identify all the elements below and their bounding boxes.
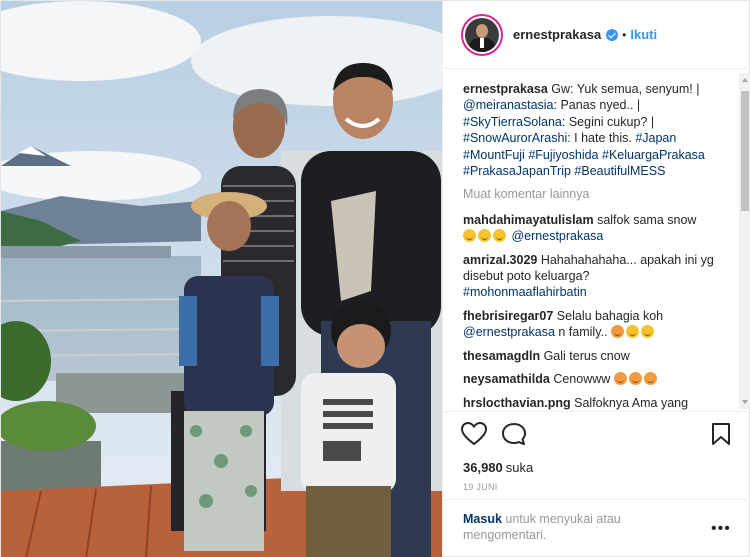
login-footer: Masuk untuk menyukai atau mengomentari. … — [443, 499, 750, 557]
hashtag-link[interactable]: #PrakasaJapanTrip — [463, 164, 571, 178]
bookmark-icon[interactable] — [711, 422, 731, 446]
comment-username[interactable]: hrslocthavian.png — [463, 396, 571, 410]
likes-count[interactable]: 36,980 suka — [463, 460, 533, 475]
post-header: ernestprakasa • Ikuti — [443, 1, 750, 69]
comment-username[interactable]: neysamathilda — [463, 372, 550, 386]
post-actions: 36,980 suka 19 JUNI — [443, 411, 750, 506]
verified-badge-icon — [606, 28, 619, 41]
comment-item: thesamagdln Gali terus cnow — [463, 348, 630, 363]
instagram-post: ernestprakasa • Ikuti ernestprakasa Gw: … — [0, 0, 750, 557]
comments-scrollbar[interactable] — [739, 73, 750, 409]
comment-item: amrizal.3029 Hahahahahaha... apakah ini … — [463, 252, 714, 300]
scroll-down-arrow-icon[interactable] — [742, 400, 748, 404]
comment-item: neysamathilda Cenowww — [463, 371, 733, 387]
mention-link[interactable]: @ernestprakasa — [511, 229, 603, 243]
heart-eyes-emoji-icon — [610, 325, 624, 339]
username-link[interactable]: ernestprakasa — [513, 27, 601, 42]
post-date: 19 JUNI — [463, 482, 498, 492]
grinning-emoji-icon — [625, 325, 639, 339]
hashtag-link[interactable]: #MountFuji — [463, 148, 525, 162]
comment-username[interactable]: amrizal.3029 — [463, 253, 537, 267]
hashtag-link[interactable]: #SkyTierraSolana — [463, 115, 562, 129]
family-photo-illustration — [1, 1, 442, 557]
caption-username[interactable]: ernestprakasa — [463, 82, 548, 96]
post-details-panel: ernestprakasa • Ikuti ernestprakasa Gw: … — [442, 1, 750, 557]
login-link[interactable]: Masuk — [463, 512, 502, 526]
laughing-emoji-icon — [628, 372, 642, 386]
comment-username[interactable]: thesamagdln — [463, 349, 540, 363]
comment-username[interactable]: fhebrisiregar07 — [463, 309, 553, 323]
comment-item: mahdahimayatulislam salfok sama snow @er… — [463, 212, 697, 244]
laughing-emoji-icon — [613, 372, 627, 386]
grinning-emoji-icon — [463, 229, 476, 243]
hashtag-link[interactable]: #Fujiyoshida — [528, 148, 598, 162]
post-photo[interactable] — [1, 1, 442, 557]
follow-button[interactable]: Ikuti — [630, 27, 657, 42]
grinning-emoji-icon — [493, 229, 506, 243]
separator-dot: • — [622, 27, 627, 42]
mention-link[interactable]: @meiranastasia — [463, 98, 554, 112]
more-options-icon[interactable]: ••• — [711, 520, 731, 538]
hashtag-link[interactable]: #SnowAurorArashi — [463, 131, 567, 145]
like-heart-icon[interactable] — [461, 422, 487, 446]
comment-bubble-icon[interactable] — [501, 422, 527, 446]
hashtag-link[interactable]: #mohonmaaflahirbatin — [463, 285, 587, 299]
load-more-comments-button[interactable]: Muat komentar lainnya — [463, 186, 733, 202]
comment-username[interactable]: mahdahimayatulislam — [463, 213, 594, 227]
avatar-image — [465, 17, 499, 52]
comments-list: ernestprakasa Gw: Yuk semua, senyum! | @… — [463, 81, 733, 411]
post-caption: ernestprakasa Gw: Yuk semua, senyum! | @… — [463, 82, 705, 179]
comment-item: hrslocthavian.png Salfoknya Ama yang — [463, 395, 689, 410]
comment-item: fhebrisiregar07 Selalu bahagia koh @erne… — [463, 308, 664, 340]
mention-link[interactable]: @ernestprakasa — [463, 325, 555, 339]
avatar[interactable] — [461, 13, 503, 56]
scroll-up-arrow-icon[interactable] — [742, 78, 748, 82]
scrollbar-thumb[interactable] — [741, 91, 749, 211]
laughing-emoji-icon — [643, 372, 657, 386]
grinning-emoji-icon — [640, 325, 654, 339]
hashtag-link[interactable]: #BeautifulMESS — [574, 164, 665, 178]
hashtag-link[interactable]: #KeluargaPrakasa — [602, 148, 705, 162]
login-prompt: Masuk untuk menyukai atau mengomentari. — [463, 512, 621, 542]
action-icons — [461, 422, 527, 446]
hashtag-link[interactable]: #Japan — [635, 131, 676, 145]
grinning-emoji-icon — [478, 229, 491, 243]
